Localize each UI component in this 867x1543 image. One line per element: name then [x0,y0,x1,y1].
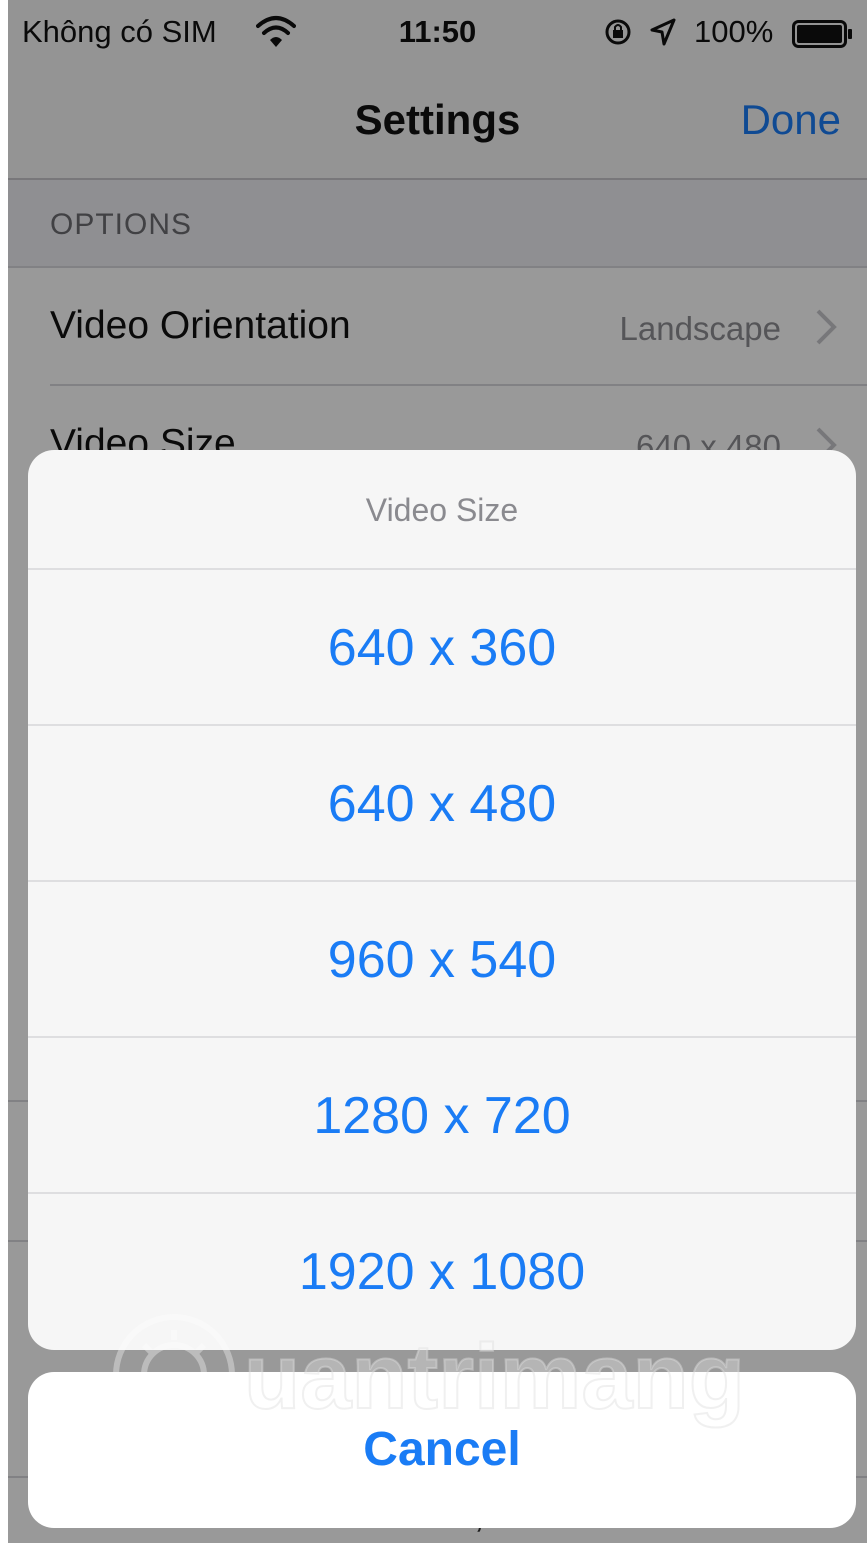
option-960x540[interactable]: 960 x 540 [28,882,856,1038]
action-sheet-title: Video Size [28,450,856,570]
option-1280x720[interactable]: 1280 x 720 [28,1038,856,1194]
cancel-button[interactable]: Cancel [28,1372,856,1528]
screen: Không có SIM 11:50 100% Settings Done OP… [8,0,867,1543]
option-1920x1080[interactable]: 1920 x 1080 [28,1194,856,1350]
option-640x360[interactable]: 640 x 360 [28,570,856,726]
action-sheet: Video Size 640 x 360 640 x 480 960 x 540… [28,450,856,1350]
option-640x480[interactable]: 640 x 480 [28,726,856,882]
